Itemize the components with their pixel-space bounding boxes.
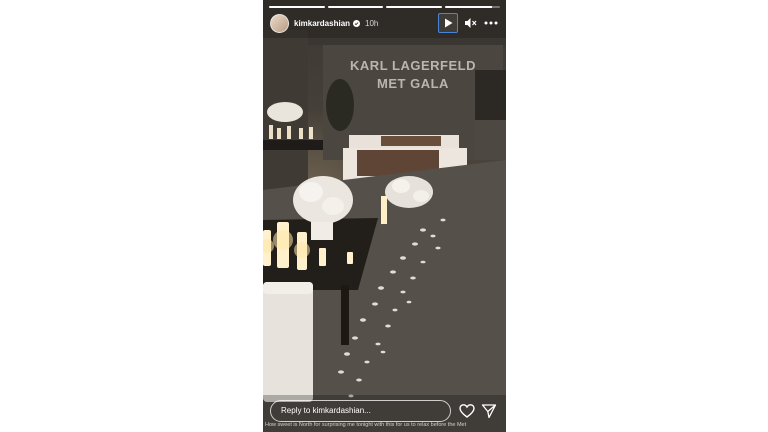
story-viewer[interactable]: KARL LAGERFELD MET GALA kimkardashian 10… xyxy=(263,0,506,432)
progress-segment xyxy=(444,6,500,8)
mute-icon xyxy=(464,18,476,28)
heart-icon[interactable] xyxy=(459,403,475,419)
play-icon xyxy=(444,18,452,28)
progress-segment xyxy=(327,6,383,8)
story-photo: KARL LAGERFELD MET GALA xyxy=(263,0,506,432)
send-icon[interactable] xyxy=(481,403,497,419)
verified-badge-icon xyxy=(353,19,361,27)
balloon-text-line2: MET GALA xyxy=(377,76,449,91)
time-ago: 10h xyxy=(365,18,379,28)
play-button[interactable] xyxy=(438,13,458,33)
progress-segment xyxy=(269,6,325,8)
story-header: kimkardashian 10h xyxy=(270,12,500,34)
progress-fill xyxy=(444,6,492,8)
story-progress xyxy=(269,6,500,8)
more-options-button[interactable] xyxy=(482,14,500,32)
balloon-text-line1: KARL LAGERFELD xyxy=(350,58,476,73)
mute-button[interactable] xyxy=(461,14,479,32)
avatar[interactable] xyxy=(270,13,289,33)
progress-fill xyxy=(269,6,325,8)
progress-fill xyxy=(327,6,383,8)
username[interactable]: kimkardashian xyxy=(294,19,350,28)
more-icon xyxy=(484,21,498,25)
progress-fill xyxy=(386,6,442,8)
reply-input[interactable]: Reply to kimkardashian... xyxy=(270,400,451,422)
story-caption: How sweet is North for surprising me ton… xyxy=(265,422,467,428)
progress-segment xyxy=(386,6,442,8)
